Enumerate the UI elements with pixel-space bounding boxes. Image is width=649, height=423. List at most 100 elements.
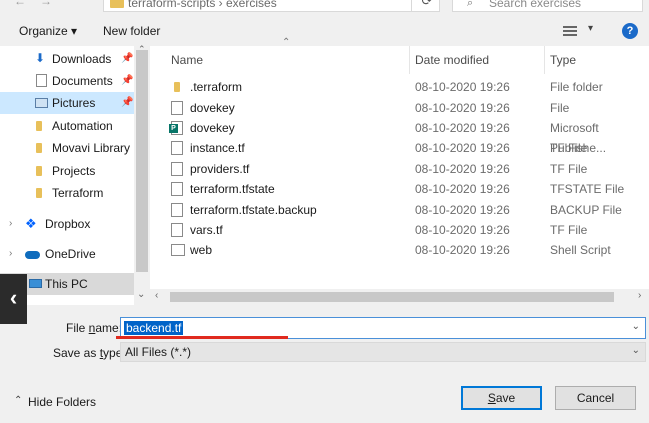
nav-item-automation[interactable]: Automation <box>0 115 134 137</box>
save-type-select[interactable]: All Files (*.*) ⌄ <box>120 342 646 362</box>
refresh-button[interactable]: ⟳ <box>411 0 442 12</box>
search-input[interactable]: ⌕ Search exercises <box>452 0 643 12</box>
chevron-up-icon: ⌃ <box>14 395 23 406</box>
folder-icon <box>36 188 42 198</box>
folder-icon <box>110 0 124 8</box>
file-row[interactable]: instance.tf 08-10-2020 19:26 TF File <box>150 138 649 158</box>
nav-item-pictures[interactable]: Pictures 📌 <box>0 92 134 114</box>
address-input[interactable]: terraform-scripts › exercises <box>103 0 440 12</box>
nav-item-projects[interactable]: Projects <box>0 160 134 182</box>
nav-item-label: Pictures <box>52 96 96 110</box>
nav-item-documents[interactable]: Documents 📌 <box>0 70 134 92</box>
document-icon <box>36 74 47 87</box>
file-type: BACKUP File <box>550 203 622 217</box>
collapse-chevron-left-icon[interactable]: ‹ <box>0 274 27 324</box>
folder-icon <box>174 82 180 92</box>
back-arrow-icon[interactable]: ← <box>14 0 26 8</box>
file-row[interactable]: vars.tf 08-10-2020 19:26 TF File <box>150 220 649 240</box>
horizontal-scrollbar[interactable]: ‹ › <box>150 289 649 305</box>
expand-chevron-icon[interactable]: › <box>9 213 12 235</box>
column-header-date[interactable]: Date modified <box>415 46 489 74</box>
file-icon <box>171 141 183 155</box>
file-name: instance.tf <box>190 141 245 155</box>
organize-button[interactable]: Organize ▾ <box>19 24 77 38</box>
nav-item-label: Terraform <box>52 186 104 200</box>
file-type: TF File <box>550 162 588 176</box>
cloud-icon <box>25 251 40 259</box>
view-dropdown-chevron-icon[interactable]: ▾ <box>588 23 593 34</box>
dropbox-icon: ❖ <box>25 216 37 231</box>
recent-locations-chevron-icon[interactable]: ▾ <box>70 0 75 3</box>
chevron-down-icon[interactable]: ⌄ <box>632 321 640 332</box>
nav-item-label: Downloads <box>52 52 112 66</box>
file-icon <box>171 101 183 115</box>
download-icon: ⬇ <box>35 51 46 65</box>
file-name: terraform.tfstate.backup <box>190 203 317 217</box>
column-header-type[interactable]: Type <box>550 46 576 74</box>
file-row[interactable]: dovekey 08-10-2020 19:26 File <box>150 98 649 118</box>
nav-item-terraform[interactable]: Terraform <box>0 182 134 204</box>
nav-item-downloads[interactable]: ⬇ Downloads 📌 <box>0 48 134 70</box>
file-date: 08-10-2020 19:26 <box>415 101 510 115</box>
column-divider[interactable] <box>409 46 410 74</box>
nav-item-label: OneDrive <box>45 247 96 261</box>
nav-item-movavi-library[interactable]: Movavi Library <box>0 137 134 159</box>
expand-chevron-icon[interactable]: › <box>9 243 12 265</box>
publisher-icon <box>169 121 183 135</box>
file-row[interactable]: providers.tf 08-10-2020 19:26 TF File <box>150 159 649 179</box>
file-name: dovekey <box>190 101 235 115</box>
file-name: providers.tf <box>190 162 250 176</box>
new-folder-button[interactable]: New folder <box>103 24 160 38</box>
pin-icon[interactable]: 📌 <box>121 92 133 114</box>
file-date: 08-10-2020 19:26 <box>415 141 510 155</box>
file-row[interactable]: dovekey 08-10-2020 19:26 Microsoft Publi… <box>150 118 649 155</box>
scrollbar-thumb[interactable] <box>136 50 148 272</box>
file-row[interactable]: web 08-10-2020 19:26 Shell Script <box>150 240 649 260</box>
file-type: TFSTATE File <box>550 182 625 196</box>
nav-item-label: This PC <box>45 277 88 291</box>
breadcrumb: terraform-scripts › exercises <box>128 0 277 10</box>
highlight-underline <box>116 336 288 339</box>
nav-item-dropbox[interactable]: › ❖ Dropbox <box>0 213 134 235</box>
scroll-right-icon[interactable]: › <box>638 290 641 301</box>
pin-icon[interactable]: 📌 <box>121 48 133 70</box>
folder-icon <box>36 166 42 176</box>
nav-item-onedrive[interactable]: › OneDrive <box>0 243 134 265</box>
sort-ascending-icon: ⌃ <box>282 37 291 48</box>
folder-icon <box>36 121 42 131</box>
nav-scrollbar[interactable]: ⌃ ⌄ <box>134 44 150 305</box>
file-date: 08-10-2020 19:26 <box>415 203 510 217</box>
view-options-icon[interactable] <box>563 26 577 37</box>
file-row[interactable]: .terraform 08-10-2020 19:26 File folder <box>150 77 649 97</box>
computer-icon <box>29 279 42 288</box>
hide-folders-label: Hide Folders <box>28 395 97 409</box>
save-type-value: All Files (*.*) <box>125 345 192 359</box>
file-type: File <box>550 101 570 115</box>
cancel-button[interactable]: Cancel <box>555 386 636 410</box>
file-name: .terraform <box>190 80 243 94</box>
file-date: 08-10-2020 19:26 <box>415 162 510 176</box>
nav-item-label: Documents <box>52 74 113 88</box>
file-name: dovekey <box>190 121 235 135</box>
file-name: web <box>190 243 213 257</box>
scroll-left-icon[interactable]: ‹ <box>155 290 158 301</box>
file-row[interactable]: terraform.tfstate 08-10-2020 19:26 TFSTA… <box>150 179 649 199</box>
folder-icon <box>36 143 42 153</box>
file-row[interactable]: terraform.tfstate.backup 08-10-2020 19:2… <box>150 200 649 220</box>
file-list: ⌃ Name Date modified Type .terraform 08-… <box>150 37 649 305</box>
file-date: 08-10-2020 19:26 <box>415 243 510 257</box>
column-divider[interactable] <box>544 46 545 74</box>
scroll-down-icon[interactable]: ⌄ <box>137 289 145 300</box>
file-icon <box>171 162 183 176</box>
file-name-label: File name: <box>66 321 123 335</box>
search-icon: ⌕ <box>467 0 474 9</box>
chevron-down-icon[interactable]: ⌄ <box>632 345 640 356</box>
file-type: TF File <box>550 141 588 155</box>
toolbar: Organize ▾ New folder ▾ ? <box>0 18 649 46</box>
help-icon[interactable]: ? <box>622 23 638 39</box>
scrollbar-thumb[interactable] <box>170 292 614 302</box>
save-button[interactable]: Save <box>461 386 542 410</box>
forward-arrow-icon[interactable]: → <box>40 0 52 8</box>
column-header-name[interactable]: Name <box>171 46 203 74</box>
pin-icon[interactable]: 📌 <box>121 70 133 92</box>
